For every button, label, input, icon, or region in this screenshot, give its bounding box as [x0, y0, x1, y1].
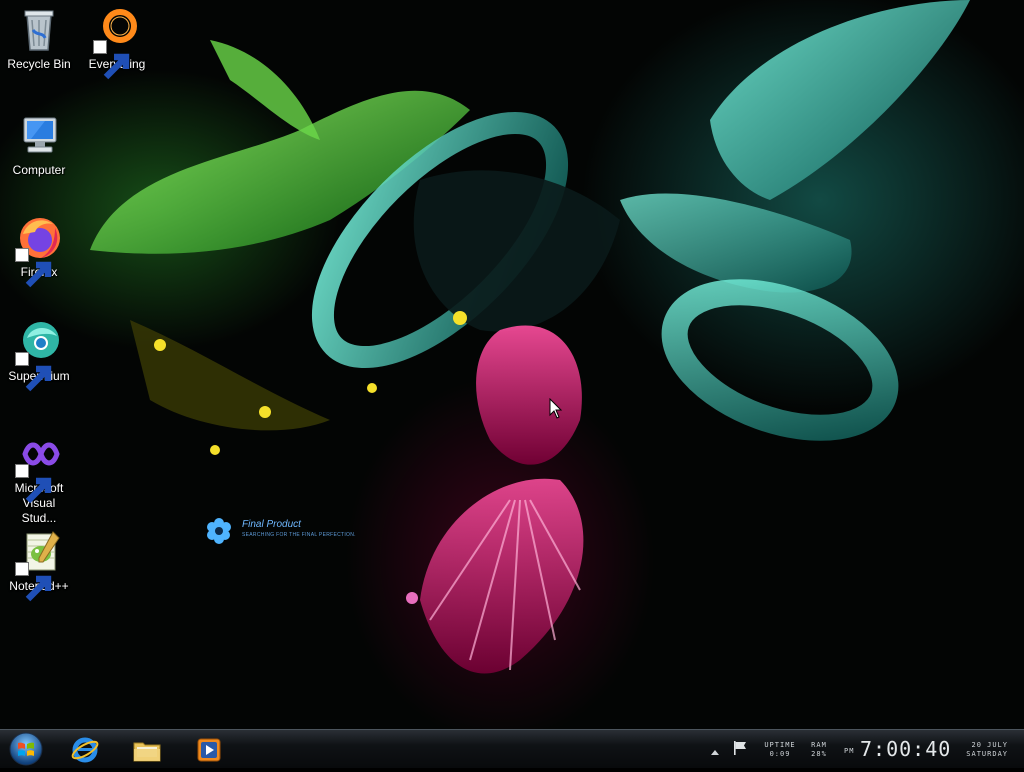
taskbar-pinned-media-player[interactable]: [186, 732, 230, 766]
desktop-icon-label: Computer: [12, 163, 66, 177]
uptime-gadget: UPTIME 0:09: [760, 741, 800, 759]
shortcut-arrow-icon: [93, 40, 130, 80]
ram-label: RAM: [811, 741, 827, 749]
media-player-icon: [197, 738, 221, 762]
everything-search-icon: [93, 6, 141, 80]
start-button[interactable]: [6, 731, 46, 767]
final-product-widget[interactable]: Final Product SEARCHING FOR THE FINAL PE…: [204, 516, 374, 546]
ram-gadget: RAM 28%: [804, 741, 834, 759]
shortcut-arrow-icon: [15, 352, 52, 392]
desktop-icon-notepadpp[interactable]: Notepad++: [0, 528, 81, 602]
shortcut-arrow-icon: [15, 464, 52, 504]
shortcut-arrow-icon: [15, 562, 52, 602]
widget-subtitle: SEARCHING FOR THE FINAL PERFECTION.: [242, 532, 356, 538]
desktop-icon-label: Recycle Bin: [7, 57, 71, 71]
internet-explorer-icon: [71, 737, 99, 763]
recycle-bin-icon: [15, 6, 63, 54]
visual-studio-icon: [15, 430, 63, 504]
widget-title: Final Product: [242, 519, 301, 530]
ram-value: 28%: [811, 750, 827, 758]
supermium-icon: [15, 318, 63, 392]
desktop-icon-supermium[interactable]: Supermium: [0, 318, 81, 392]
desktop-icon-everything[interactable]: Everything: [75, 6, 159, 80]
taskbar-pinned-internet-explorer[interactable]: [62, 732, 106, 766]
desktop[interactable]: Recycle Bin Everything Computer Firefox …: [0, 0, 1024, 729]
mouse-cursor-icon: [549, 398, 563, 419]
computer-icon: [15, 112, 63, 160]
clock-ampm: PM: [844, 747, 855, 755]
flower-logo-icon: [207, 518, 231, 544]
start-orb-icon: [9, 732, 43, 766]
clock-date[interactable]: 20 JULY SATURDAY: [948, 741, 1008, 759]
notepadpp-icon: [15, 528, 63, 602]
desktop-icon-visual-studio[interactable]: Microsoft Visual Stud...: [0, 430, 81, 526]
wallpaper-image: [90, 0, 970, 674]
uptime-value: 0:09: [769, 750, 791, 758]
uptime-label: UPTIME: [764, 741, 796, 749]
desktop-icon-computer[interactable]: Computer: [0, 112, 81, 178]
desktop-icon-firefox[interactable]: Firefox: [0, 214, 81, 288]
folder-icon: [133, 742, 161, 762]
desktop-icon-recycle-bin[interactable]: Recycle Bin: [0, 6, 81, 72]
date-text: 20 JULY: [971, 741, 1008, 749]
shortcut-arrow-icon: [15, 248, 52, 288]
show-hidden-icons-chevron-up-icon[interactable]: [710, 743, 720, 761]
taskbar-pinned-windows-explorer[interactable]: [124, 732, 168, 766]
action-center-flag-icon[interactable]: [732, 740, 748, 761]
clock-time[interactable]: 7:00:40: [860, 737, 951, 761]
taskbar: UPTIME 0:09 RAM 28% PM 7:00:40 20 JULY S…: [0, 729, 1024, 768]
system-tray: UPTIME 0:09 RAM 28% PM 7:00:40 20 JULY S…: [704, 730, 1024, 768]
firefox-icon: [15, 214, 63, 288]
weekday-text: SATURDAY: [966, 750, 1008, 758]
